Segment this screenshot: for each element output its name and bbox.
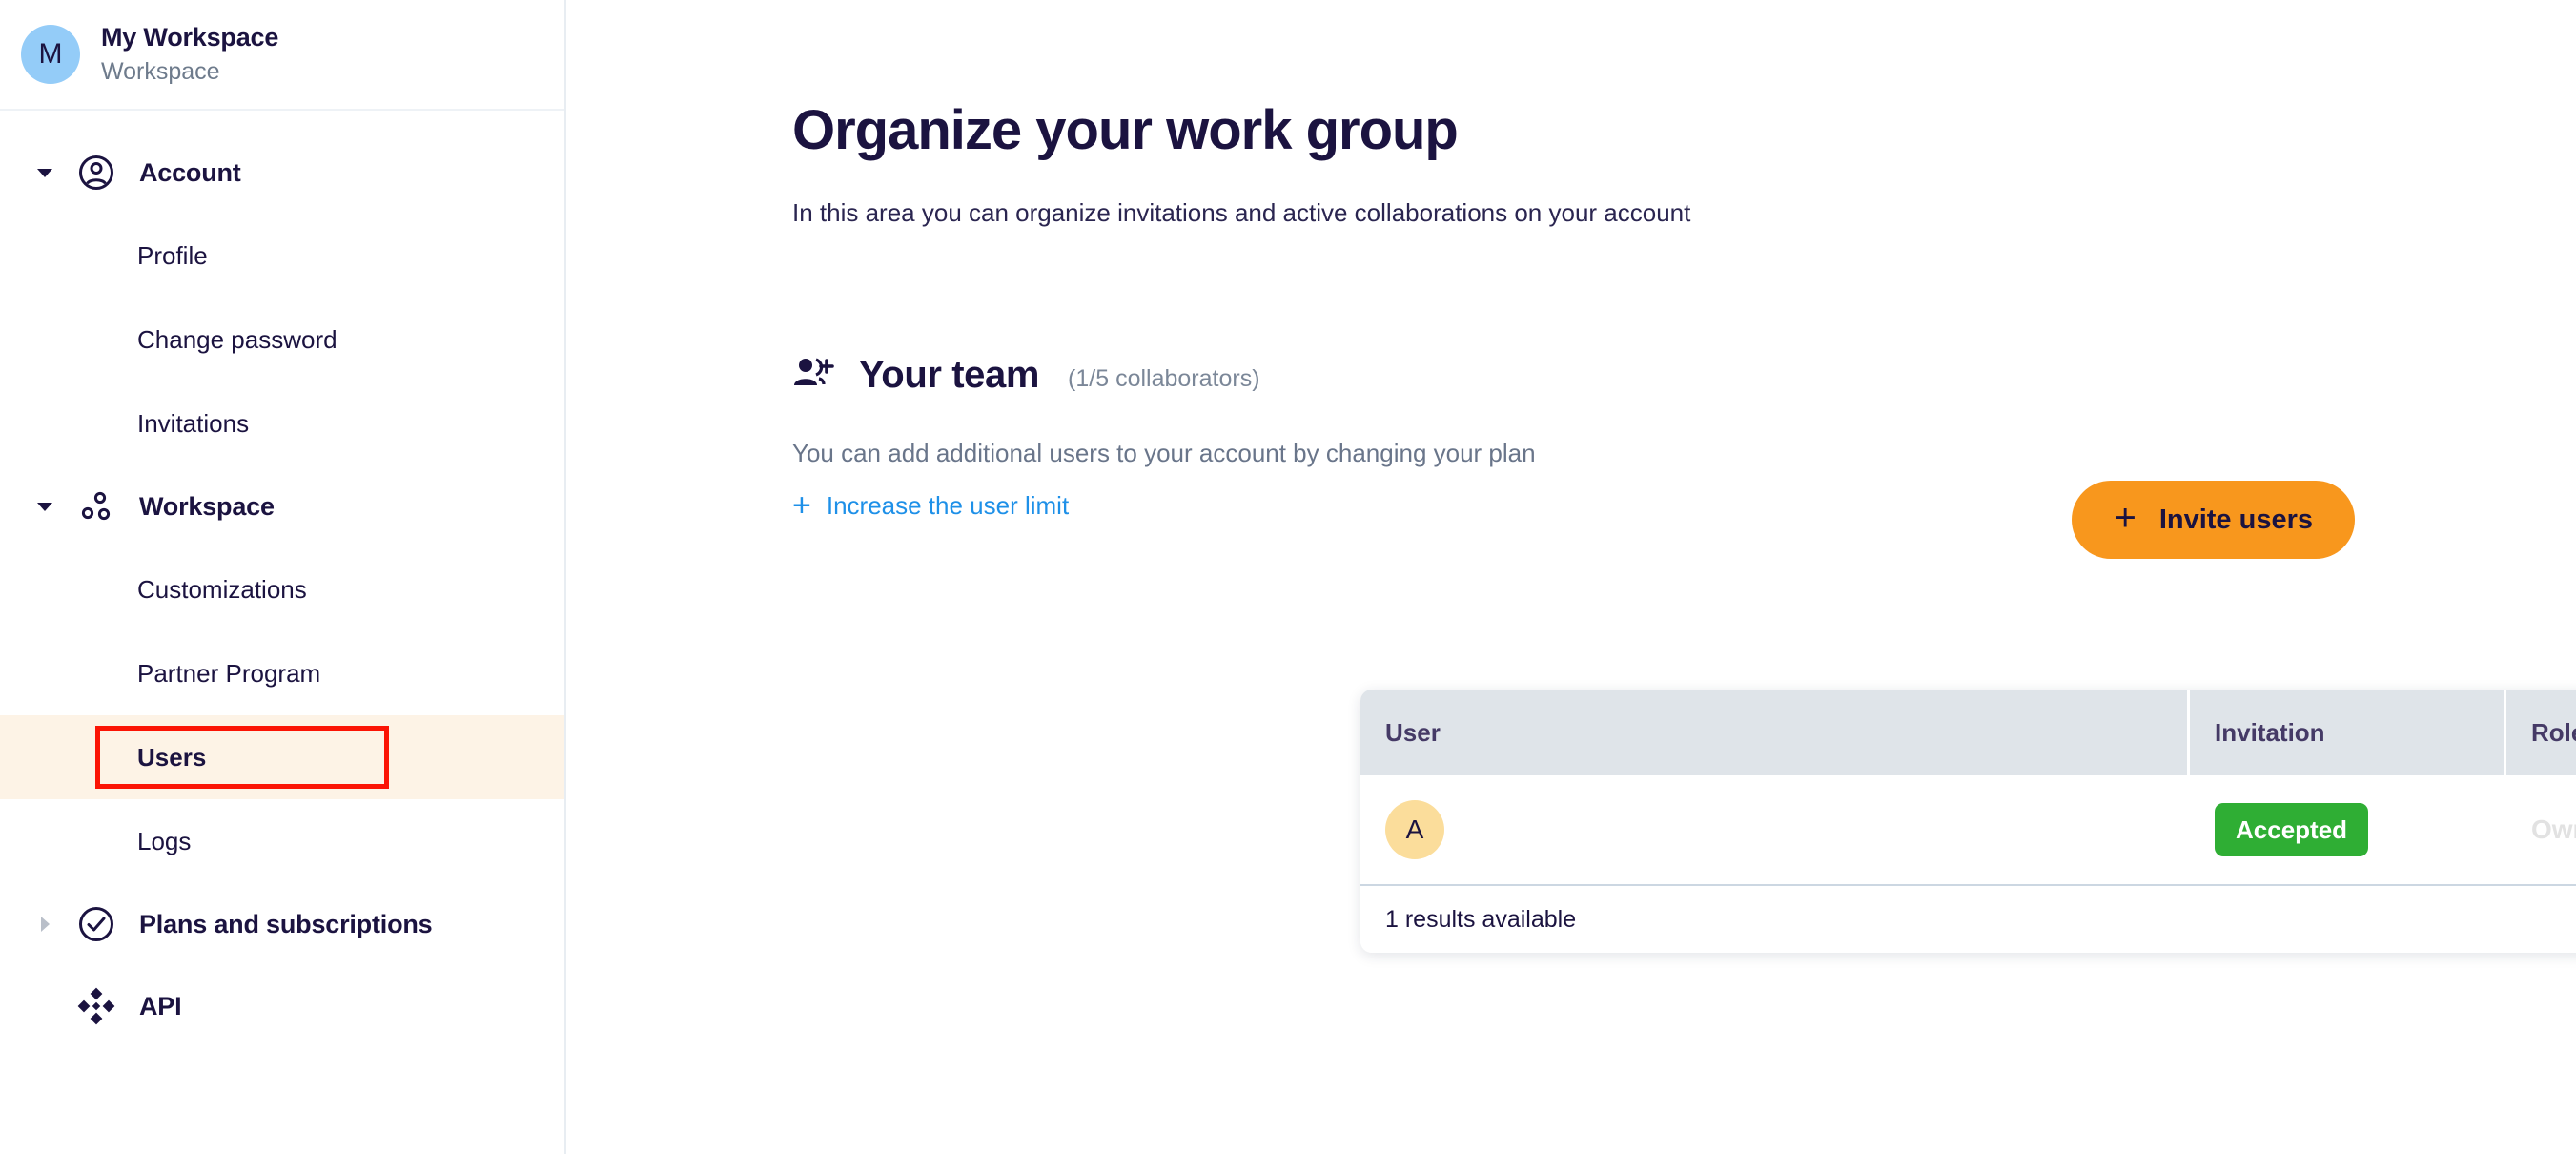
chevron-right-icon[interactable]	[32, 914, 57, 935]
table-header-invitation[interactable]: Invitation	[2190, 690, 2506, 775]
sidebar-group-api[interactable]: API	[0, 965, 564, 1047]
sidebar-item-change-password[interactable]: Change password	[0, 298, 564, 381]
sidebar: M My Workspace Workspace Account Profile…	[0, 0, 566, 1154]
diamond-cluster-icon	[76, 986, 116, 1026]
sidebar-group-plans-and-subscriptions[interactable]: Plans and subscriptions	[0, 883, 564, 965]
main-content: Organize your work group In this area yo…	[566, 0, 2576, 1154]
sidebar-group-label-plans-and-subscriptions: Plans and subscriptions	[139, 909, 433, 938]
person-add-icon	[792, 356, 834, 395]
sidebar-item-label-profile: Profile	[137, 240, 208, 270]
chevron-down-icon[interactable]	[32, 496, 57, 517]
sidebar-group-label-api: API	[139, 991, 182, 1020]
status-badge: Accepted	[2215, 803, 2369, 856]
table-cell-role: Owner	[2506, 775, 2576, 884]
table-header-row: User Invitation Role	[1360, 690, 2576, 775]
plus-icon: +	[792, 487, 811, 524]
workspace-header[interactable]: M My Workspace Workspace	[0, 0, 564, 111]
sidebar-item-logs[interactable]: Logs	[0, 799, 564, 883]
workspace-text: My Workspace Workspace	[101, 23, 278, 86]
sidebar-item-invitations[interactable]: Invitations	[0, 381, 564, 465]
nodes-icon	[76, 486, 116, 526]
table-footer: 1 results available	[1360, 886, 2576, 953]
workspace-avatar: M	[21, 25, 80, 84]
page-subtitle: In this area you can organize invitation…	[792, 198, 1691, 227]
invite-users-label: Invite users	[2158, 504, 2313, 535]
table-cell-user: A	[1360, 775, 2190, 884]
sidebar-item-label-invitations: Invitations	[137, 408, 250, 438]
team-collaborator-count: (1/5 collaborators)	[1068, 365, 1260, 392]
plus-icon: +	[2114, 497, 2136, 539]
role-value: Owner	[2531, 814, 2576, 844]
sidebar-item-customizations[interactable]: Customizations	[0, 547, 564, 631]
user-circle-icon	[76, 153, 116, 193]
table-cell-invitation: Accepted	[2190, 775, 2506, 884]
sidebar-group-workspace[interactable]: Workspace	[0, 465, 564, 547]
sidebar-group-account[interactable]: Account	[0, 132, 564, 214]
sidebar-item-label-logs: Logs	[137, 826, 192, 855]
avatar: A	[1385, 800, 1444, 859]
chevron-down-icon[interactable]	[32, 162, 57, 183]
workspace-name: My Workspace	[101, 23, 279, 52]
sidebar-item-label-partner-program: Partner Program	[137, 658, 321, 688]
table-header-user[interactable]: User	[1360, 690, 2190, 775]
sidebar-item-users[interactable]: Users	[0, 715, 564, 799]
sidebar-item-partner-program[interactable]: Partner Program	[0, 631, 564, 715]
invite-users-button[interactable]: + Invite users	[2072, 481, 2355, 559]
sidebar-item-profile[interactable]: Profile	[0, 214, 564, 298]
sidebar-item-label-customizations: Customizations	[137, 574, 307, 604]
sidebar-group-label-account: Account	[139, 157, 241, 187]
sidebar-item-label-change-password: Change password	[137, 324, 337, 354]
team-note: You can add additional users to your acc…	[792, 439, 1536, 467]
users-table: User Invitation Role A Accepted Owner 1 …	[1360, 690, 2576, 953]
table-header-role[interactable]: Role	[2506, 690, 2576, 775]
sidebar-nav: Account Profile Change password Invitati…	[0, 111, 564, 1047]
table-row[interactable]: A Accepted Owner	[1360, 775, 2576, 886]
team-title: Your team	[859, 354, 1040, 396]
workspace-subtitle: Workspace	[101, 58, 220, 85]
increase-user-limit-link[interactable]: + Increase the user limit	[792, 489, 1069, 522]
app-root: M My Workspace Workspace Account Profile…	[0, 0, 2576, 1154]
page-title: Organize your work group	[792, 99, 1459, 161]
team-section-header: Your team (1/5 collaborators)	[792, 354, 2576, 397]
increase-user-limit-label: Increase the user limit	[826, 490, 1070, 520]
sidebar-group-label-workspace: Workspace	[139, 491, 275, 521]
check-circle-icon	[76, 904, 116, 944]
sidebar-item-label-users: Users	[137, 742, 207, 772]
